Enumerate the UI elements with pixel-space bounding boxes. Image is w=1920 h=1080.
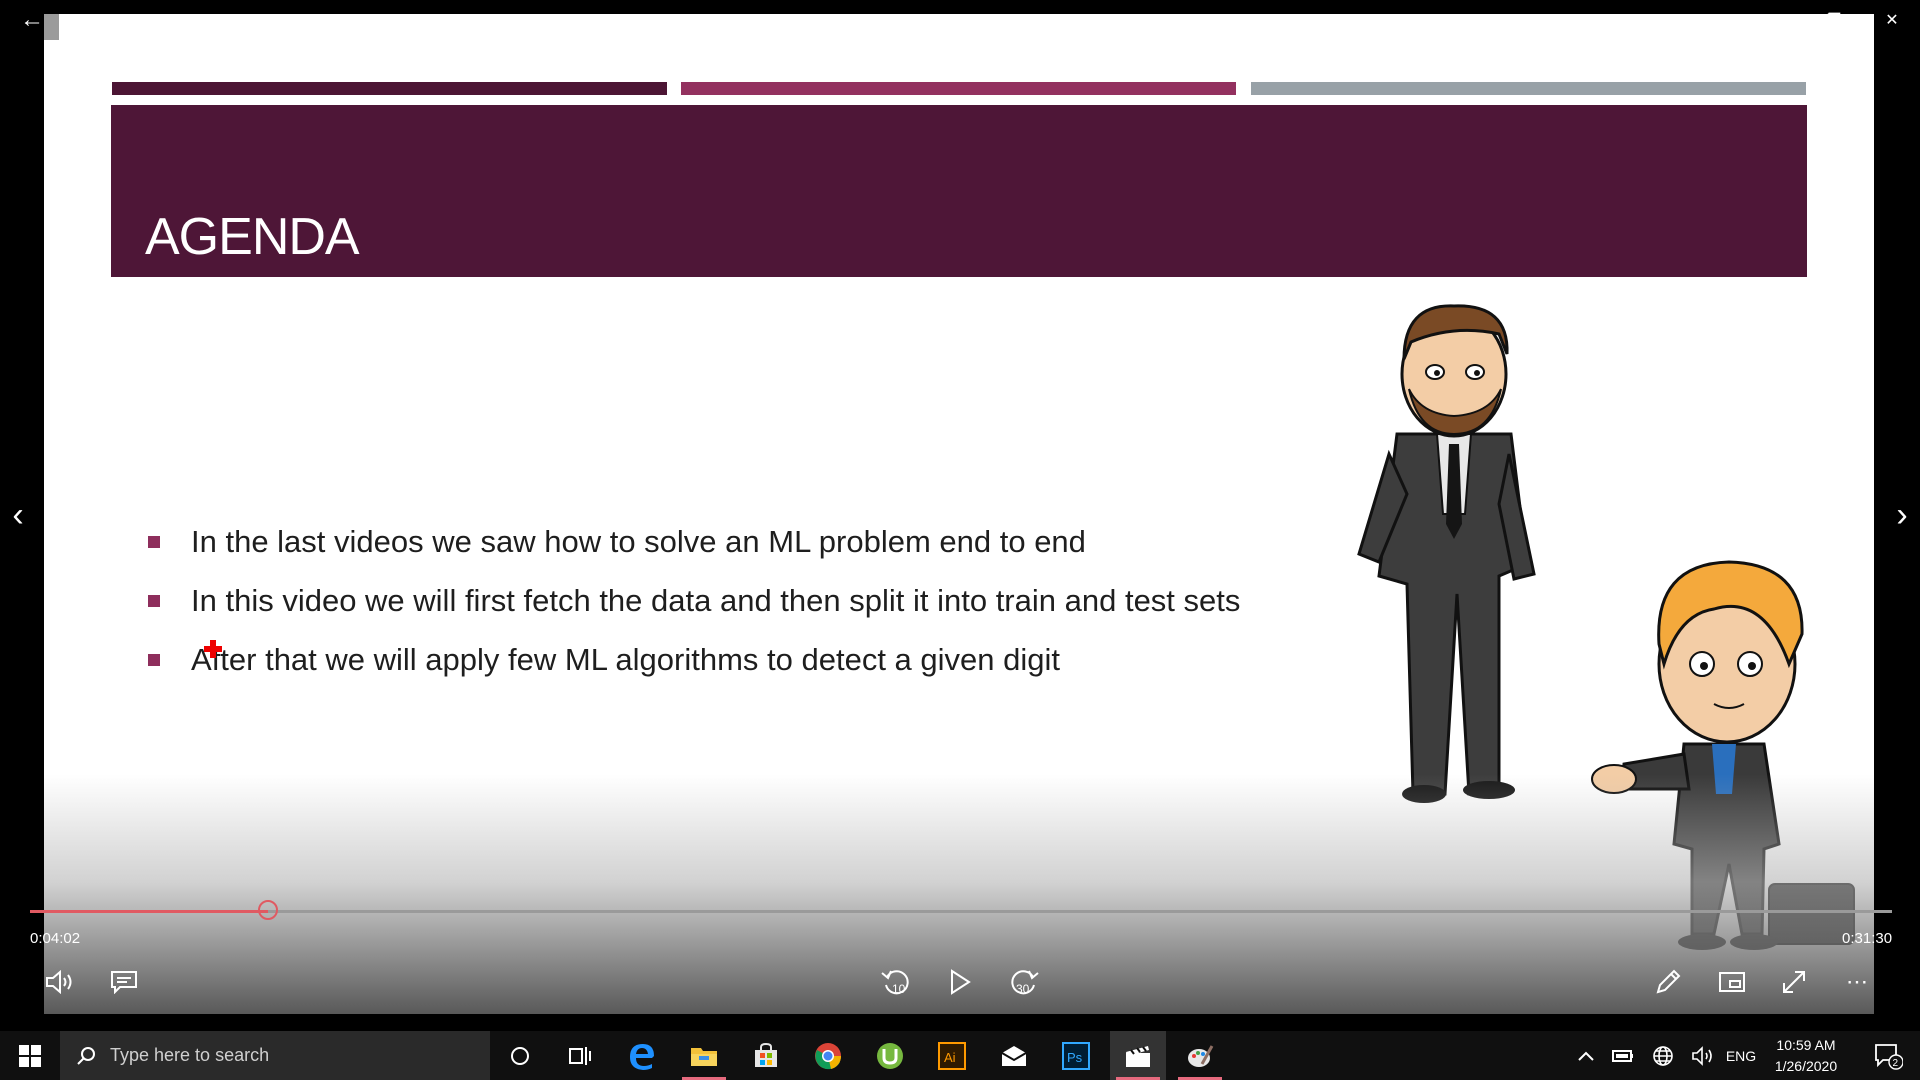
decor-bar-grey [1251, 82, 1806, 95]
paint-button[interactable] [1172, 1031, 1228, 1080]
slide-title: AGENDA [145, 208, 360, 266]
mail-icon [1001, 1045, 1027, 1066]
skip-back-icon: 10 [881, 970, 909, 996]
paint-icon [1188, 1044, 1214, 1067]
movies-tv-button[interactable] [1110, 1031, 1166, 1080]
decor-bar-dark [112, 82, 667, 95]
svg-text:Ai: Ai [944, 1050, 956, 1065]
clock[interactable]: 10:59 AM 1/26/2020 [1760, 1031, 1852, 1080]
edge-button[interactable] [614, 1031, 670, 1080]
skip-forward-label: 30 [1016, 982, 1030, 996]
slide-corner-mark [44, 14, 59, 40]
edge-icon [630, 1043, 654, 1070]
language-indicator[interactable]: ENG [1722, 1031, 1760, 1080]
action-center-button[interactable]: 2 [1862, 1031, 1914, 1080]
bullet-item: In this video we will first fetch the da… [148, 576, 1240, 626]
globe-icon [1653, 1045, 1673, 1066]
utorrent-icon [877, 1042, 903, 1069]
cortana-icon [511, 1046, 529, 1065]
fullscreen-button[interactable] [1772, 960, 1816, 1004]
next-arrow-button[interactable]: › [1884, 490, 1920, 540]
chevron-up-icon [1578, 1051, 1594, 1061]
mail-button[interactable] [986, 1031, 1042, 1080]
total-time: 0:31:30 [1842, 930, 1893, 947]
taskbar: Type here to search Ai Ps ENG 10:59 AM 1… [0, 1031, 1920, 1080]
cartoon-man-tall-illustration [1357, 304, 1536, 803]
notification-count: 2 [1893, 1058, 1899, 1069]
captions-icon [111, 971, 137, 994]
network-button[interactable] [1646, 1031, 1680, 1080]
battery-button[interactable] [1606, 1031, 1640, 1080]
start-button[interactable] [0, 1031, 60, 1080]
seek-progress [30, 910, 268, 913]
chrome-button[interactable] [800, 1031, 856, 1080]
mini-view-button[interactable] [1710, 960, 1754, 1004]
seek-bar[interactable] [30, 910, 1892, 913]
bullet-text: In this video we will first fetch the da… [191, 583, 1241, 618]
edit-button[interactable] [1646, 960, 1690, 1004]
search-icon [77, 1046, 95, 1065]
battery-icon [1612, 1049, 1633, 1062]
clock-time: 10:59 AM [1776, 1036, 1836, 1053]
photoshop-icon: Ps [1062, 1041, 1090, 1070]
fullscreen-icon [1783, 971, 1805, 993]
decor-bar-accent [681, 82, 1236, 95]
notification-icon: 2 [1875, 1043, 1903, 1070]
pointer-cursor-icon [204, 640, 222, 658]
skip-forward-button[interactable]: 30 [1002, 960, 1046, 1004]
title-banner: AGENDA [111, 105, 1807, 277]
taskbar-search-box[interactable]: Type here to search [60, 1031, 490, 1080]
mini-view-icon [1719, 972, 1745, 992]
play-button[interactable] [938, 960, 982, 1004]
task-view-button[interactable] [552, 1031, 608, 1080]
utorrent-button[interactable] [862, 1031, 918, 1080]
bullet-text: After that we will apply few ML algorith… [191, 642, 1060, 677]
clock-date: 1/26/2020 [1774, 1057, 1838, 1074]
bullet-square-icon [148, 654, 160, 666]
bullet-text: In the last videos we saw how to solve a… [191, 524, 1086, 559]
more-options-button[interactable]: ⋯ [1836, 960, 1880, 1004]
bullet-item: In the last videos we saw how to solve a… [148, 517, 1086, 567]
skip-forward-icon: 30 [1011, 970, 1039, 996]
captions-button[interactable] [102, 960, 146, 1004]
speaker-icon [1692, 1045, 1712, 1066]
seek-thumb[interactable] [258, 900, 278, 920]
show-hidden-icons-button[interactable] [1572, 1031, 1600, 1080]
file-explorer-button[interactable] [676, 1031, 732, 1080]
movies-tv-icon [1126, 1045, 1150, 1067]
volume-tray-button[interactable] [1686, 1031, 1720, 1080]
task-view-icon [569, 1046, 591, 1065]
chrome-icon [815, 1042, 842, 1069]
store-button[interactable] [738, 1031, 794, 1080]
windows-logo-icon [19, 1044, 41, 1067]
search-placeholder: Type here to search [110, 1045, 270, 1065]
skip-back-label: 10 [892, 982, 906, 996]
illustrator-icon: Ai [938, 1041, 966, 1070]
volume-icon [46, 970, 72, 994]
bullet-square-icon [148, 536, 160, 548]
cortana-button[interactable] [492, 1031, 548, 1080]
video-frame[interactable]: AGENDA In the last videos we saw how to … [44, 14, 1874, 1014]
volume-button[interactable] [38, 960, 82, 1004]
svg-text:Ps: Ps [1067, 1050, 1083, 1065]
illustrator-button[interactable]: Ai [924, 1031, 980, 1080]
previous-arrow-button[interactable]: ‹ [0, 490, 36, 540]
bullet-square-icon [148, 595, 160, 607]
file-explorer-icon [691, 1047, 717, 1066]
skip-back-button[interactable]: 10 [874, 960, 918, 1004]
photoshop-button[interactable]: Ps [1048, 1031, 1104, 1080]
bullet-item: After that we will apply few ML algorith… [148, 635, 1060, 685]
play-icon [951, 969, 971, 995]
store-icon [755, 1042, 777, 1067]
pencil-icon [1656, 969, 1681, 994]
current-time: 0:04:02 [30, 930, 81, 947]
